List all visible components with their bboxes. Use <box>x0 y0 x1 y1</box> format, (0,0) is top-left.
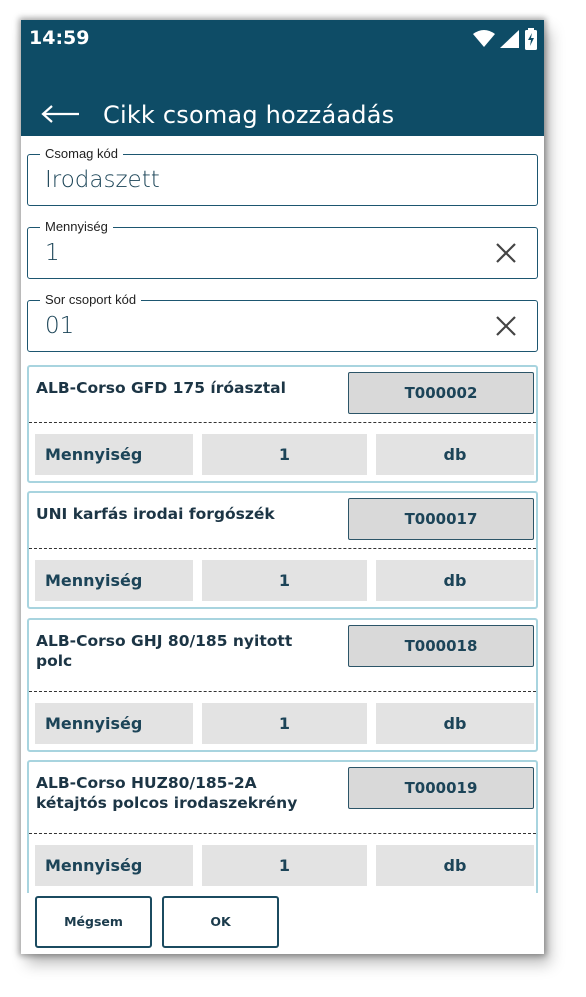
item-code-button[interactable]: T000018 <box>348 625 534 667</box>
quantity-label: Mennyiség <box>35 845 193 886</box>
item-name: UNI karfás irodai forgószék <box>36 505 275 523</box>
item-code-button[interactable]: T000017 <box>348 498 534 540</box>
cancel-button[interactable]: Mégsem <box>35 896 152 948</box>
status-icons <box>472 28 538 50</box>
package-code-field[interactable]: Csomag kód Irodaszett <box>27 146 538 206</box>
field-label: Sor csoport kód <box>40 292 142 307</box>
quantity-value[interactable]: 1 <box>202 434 367 475</box>
app-bar: Cikk csomag hozzáadás <box>21 58 544 136</box>
quantity-unit: db <box>376 434 534 475</box>
item-name: ALB-Corso GFD 175 íróasztal <box>36 379 286 397</box>
quantity-unit: db <box>376 703 534 744</box>
card-divider <box>29 691 536 692</box>
close-icon[interactable] <box>495 315 517 337</box>
arrow-left-icon[interactable] <box>39 100 81 128</box>
row-group-code-input[interactable]: 01 <box>45 313 74 339</box>
page-title: Cikk csomag hozzáadás <box>103 101 395 129</box>
quantity-field[interactable]: Mennyiség 1 <box>27 219 538 279</box>
package-item-card: UNI karfás irodai forgószék T000017 Menn… <box>27 491 538 609</box>
field-label: Csomag kód <box>40 146 123 161</box>
quantity-label: Mennyiség <box>35 560 193 601</box>
quantity-unit: db <box>376 845 534 886</box>
ok-button[interactable]: OK <box>162 896 279 948</box>
signal-icon <box>499 30 519 48</box>
package-item-card: ALB-Corso GFD 175 íróasztal T000002 Menn… <box>27 365 538 483</box>
close-icon[interactable] <box>495 242 517 264</box>
quantity-value[interactable]: 1 <box>202 703 367 744</box>
status-bar: 14:59 <box>21 20 544 58</box>
quantity-unit: db <box>376 560 534 601</box>
package-item-card: ALB-Corso GHJ 80/185 nyitott polc T00001… <box>27 618 538 752</box>
card-divider <box>29 833 536 834</box>
item-name: ALB-Corso GHJ 80/185 nyitott polc <box>36 632 293 670</box>
package-code-input[interactable]: Irodaszett <box>45 167 160 193</box>
quantity-label: Mennyiség <box>35 703 193 744</box>
device-screen: 14:59 Cikk csomag hozzáadás Csomag kód I… <box>21 20 544 954</box>
wifi-icon <box>472 30 495 47</box>
quantity-input[interactable]: 1 <box>45 240 60 266</box>
item-code-button[interactable]: T000002 <box>348 372 534 414</box>
item-name: ALB-Corso HUZ80/185-2A kétajtós polcos i… <box>36 774 298 812</box>
card-divider <box>29 548 536 549</box>
quantity-value[interactable]: 1 <box>202 560 367 601</box>
quantity-value[interactable]: 1 <box>202 845 367 886</box>
item-code-button[interactable]: T000019 <box>348 767 534 809</box>
battery-charging-icon <box>525 28 537 50</box>
field-label: Mennyiség <box>40 219 113 234</box>
form-content: Csomag kód Irodaszett Mennyiség 1 Sor cs… <box>21 136 544 893</box>
package-item-card: ALB-Corso HUZ80/185-2A kétajtós polcos i… <box>27 760 538 893</box>
card-divider <box>29 422 536 423</box>
quantity-label: Mennyiség <box>35 434 193 475</box>
footer-actions: Mégsem OK <box>21 893 544 954</box>
row-group-code-field[interactable]: Sor csoport kód 01 <box>27 292 538 352</box>
status-time: 14:59 <box>29 27 90 49</box>
